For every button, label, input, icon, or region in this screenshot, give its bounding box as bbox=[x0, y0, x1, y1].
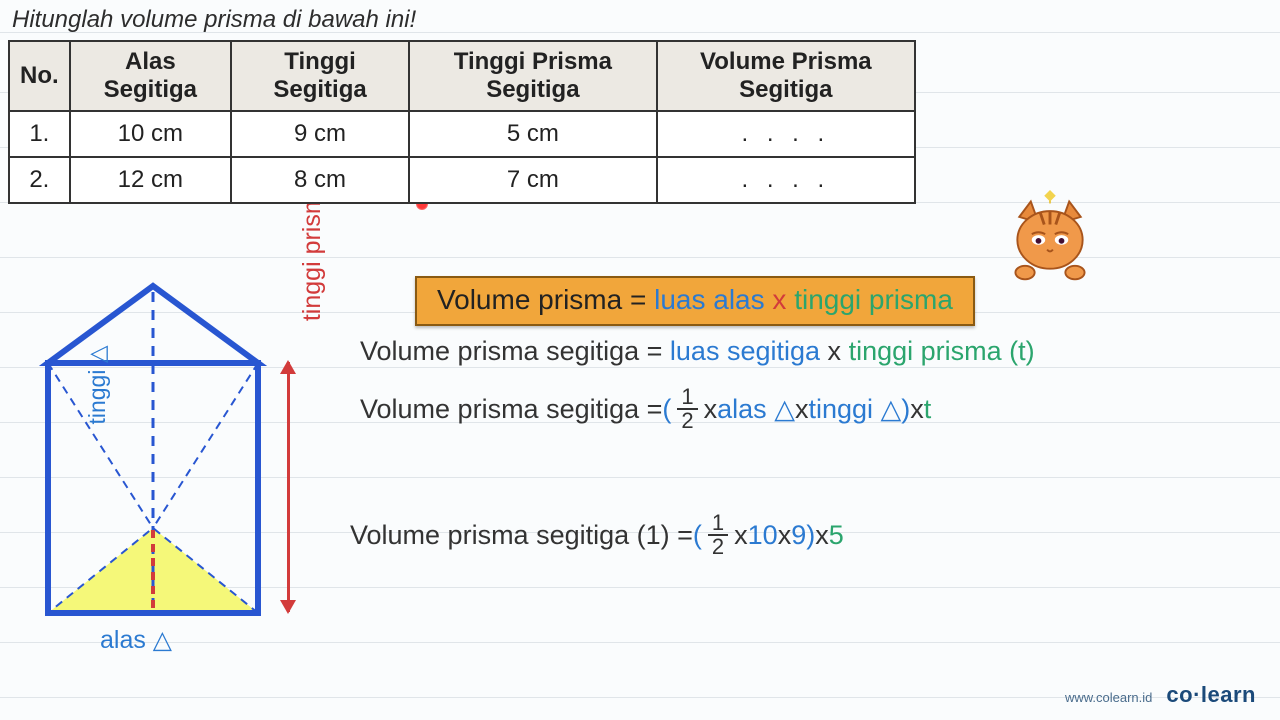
cell-tinggi-pris: 7 cm bbox=[409, 157, 657, 203]
expl1-x: x bbox=[828, 336, 849, 366]
half-denominator: 2 bbox=[708, 536, 728, 558]
formula-lhs: Volume prisma = bbox=[437, 284, 654, 315]
expl3-close: ) bbox=[806, 520, 815, 551]
cell-no: 1. bbox=[9, 111, 70, 157]
half-numerator: 1 bbox=[677, 386, 697, 410]
arrow-line bbox=[287, 362, 290, 612]
cell-tinggi-seg: 8 cm bbox=[231, 157, 409, 203]
cell-tinggi-seg: 9 cm bbox=[231, 111, 409, 157]
formula-times: x bbox=[772, 284, 794, 315]
col-volume: Volume Prisma Segitiga bbox=[657, 41, 915, 111]
table-row: 2. 12 cm 8 cm 7 cm . . . . bbox=[9, 157, 915, 203]
brand-footer: www.colearn.id co·learn bbox=[1065, 682, 1256, 708]
label-alas-triangle: alas △ bbox=[100, 625, 172, 655]
cell-alas: 12 cm bbox=[70, 157, 231, 203]
fraction-half-icon: 1 2 bbox=[677, 386, 697, 432]
expl2-x3: x bbox=[910, 394, 924, 425]
expl2-open: ( bbox=[662, 394, 671, 425]
expl2-close: ) bbox=[901, 394, 910, 425]
expl1-luas: luas segitiga bbox=[670, 336, 820, 366]
cell-alas: 10 cm bbox=[70, 111, 231, 157]
expl2-t: t bbox=[924, 394, 932, 425]
half-denominator: 2 bbox=[677, 410, 697, 432]
table-header-row: No. Alas Segitiga Tinggi Segitiga Tinggi… bbox=[9, 41, 915, 111]
diag-dashed-right bbox=[153, 363, 258, 528]
brand-logo: co·learn bbox=[1166, 682, 1256, 708]
col-tinggi-prisma: Tinggi Prisma Segitiga bbox=[409, 41, 657, 111]
col-alas: Alas Segitiga bbox=[70, 41, 231, 111]
prism-height-arrow bbox=[278, 362, 300, 612]
expl3-v2: 9 bbox=[791, 520, 806, 551]
formula-tinggi-prisma: tinggi prisma bbox=[794, 284, 953, 315]
cat-mascot-icon bbox=[1002, 190, 1098, 286]
fraction-half-icon: 1 2 bbox=[708, 512, 728, 558]
expl2-x1: x bbox=[704, 394, 718, 425]
table-row: 1. 10 cm 9 cm 5 cm . . . . bbox=[9, 111, 915, 157]
expl3-open: ( bbox=[693, 520, 702, 551]
cell-tinggi-pris: 5 cm bbox=[409, 111, 657, 157]
prism-svg bbox=[38, 278, 268, 638]
cell-no: 2. bbox=[9, 157, 70, 203]
expl3-x1: x bbox=[734, 520, 748, 551]
expl2-x2: x bbox=[795, 394, 809, 425]
expl1-tp: tinggi prisma (t) bbox=[849, 336, 1035, 366]
formula-box: Volume prisma = luas alas x tinggi prism… bbox=[415, 276, 975, 326]
prism-diagram bbox=[38, 278, 298, 678]
arrow-head-bottom-icon bbox=[280, 600, 296, 614]
expl2-lhs: Volume prisma segitiga = bbox=[360, 394, 662, 425]
expl2-tinggi: tinggi △ bbox=[808, 394, 901, 425]
col-tinggi-segitiga: Tinggi Segitiga bbox=[231, 41, 409, 111]
page-title: Hitunglah volume prisma di bawah ini! bbox=[12, 6, 1272, 34]
expl3-x2: x bbox=[778, 520, 792, 551]
expl3-x3: x bbox=[815, 520, 829, 551]
half-numerator: 1 bbox=[708, 512, 728, 536]
explanation-line-1: Volume prisma segitiga = luas segitiga x… bbox=[360, 336, 1035, 367]
expl2-alas: alas △ bbox=[717, 394, 795, 425]
cell-volume: . . . . bbox=[657, 157, 915, 203]
formula-luas-alas: luas alas bbox=[654, 284, 765, 315]
expl3-lhs: Volume prisma segitiga (1) = bbox=[350, 520, 693, 551]
explanation-line-2: Volume prisma segitiga = ( 1 2 x alas △ … bbox=[360, 386, 931, 432]
content-area: Hitunglah volume prisma di bawah ini! No… bbox=[0, 0, 1280, 204]
col-no: No. bbox=[9, 41, 70, 111]
expl3-v3: 5 bbox=[829, 520, 844, 551]
prism-table: No. Alas Segitiga Tinggi Segitiga Tinggi… bbox=[8, 40, 916, 204]
label-tinggi-triangle: tinggi △ bbox=[84, 310, 111, 460]
brand-site: www.colearn.id bbox=[1065, 690, 1152, 705]
expl3-v1: 10 bbox=[748, 520, 778, 551]
cell-volume: . . . . bbox=[657, 111, 915, 157]
expl1-lhs: Volume prisma segitiga = bbox=[360, 336, 670, 366]
explanation-line-3: Volume prisma segitiga (1) = ( 1 2 x 10 … bbox=[350, 512, 844, 558]
